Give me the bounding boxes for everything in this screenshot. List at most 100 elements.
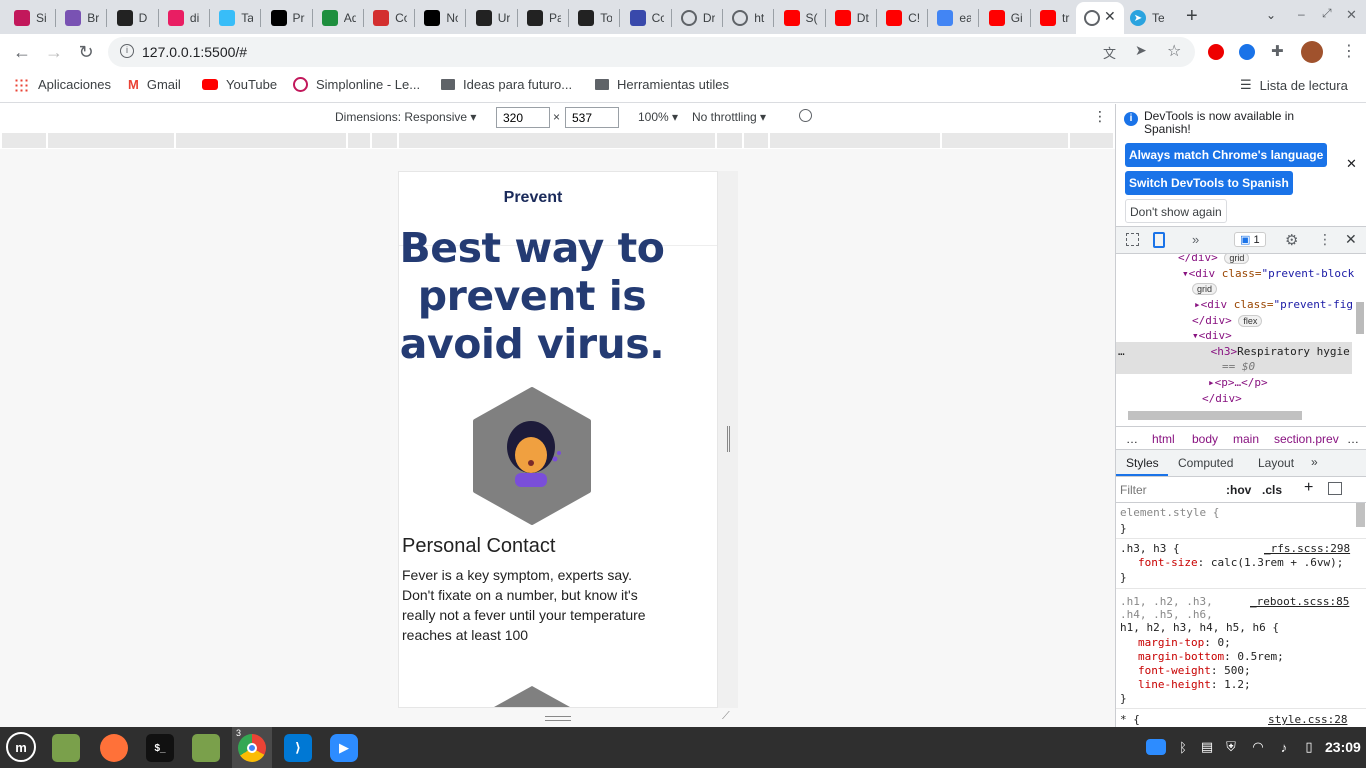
cls-toggle[interactable]: .cls [1262, 483, 1282, 497]
inspect-element-icon[interactable] [1126, 233, 1139, 246]
minimize-icon[interactable]: – [1298, 7, 1305, 21]
tab-12[interactable]: To [572, 5, 618, 31]
breadcrumb-item[interactable]: section.prev [1274, 432, 1340, 446]
dont-show-again-button[interactable]: Don't show again [1125, 199, 1227, 223]
hov-toggle[interactable]: :hov [1226, 483, 1251, 497]
zoom-select[interactable]: 100% ▾ [638, 110, 678, 124]
dom-tree[interactable]: </div> grid ▾<div class="prevent-block g… [1116, 254, 1366, 409]
tab-3[interactable]: D [111, 5, 157, 31]
tab-15[interactable]: ht [726, 5, 772, 31]
close-window-icon[interactable]: ✕ [1346, 7, 1357, 23]
close-tab-icon[interactable]: ✕ [1104, 8, 1116, 25]
viewport-resize-handle[interactable] [718, 171, 738, 708]
breadcrumb-item[interactable]: html [1152, 432, 1175, 446]
wifi-icon[interactable]: ◠ [1250, 739, 1266, 755]
active-tab[interactable]: ✕ [1076, 2, 1124, 34]
tab-21[interactable]: tr [1034, 5, 1080, 31]
css-decl[interactable]: font-size: calc(1.3rem + .6vw); [1138, 556, 1343, 569]
more-tabs-icon[interactable]: » [1192, 232, 1199, 247]
width-input[interactable] [496, 107, 550, 128]
bookmark-tools[interactable]: Herramientas utiles [595, 77, 729, 92]
tab-telegram[interactable]: ➤ Te [1124, 5, 1174, 31]
tab-5[interactable]: Ta [213, 5, 259, 31]
tab-16[interactable]: S( [778, 5, 824, 31]
restore-icon[interactable]: ⤢ [1322, 6, 1332, 21]
close-devtools-icon[interactable]: ✕ [1345, 231, 1357, 248]
extension-blue-icon[interactable] [1239, 44, 1255, 60]
bookmark-youtube[interactable]: YouTube [202, 77, 277, 92]
tab-19[interactable]: ea [931, 5, 977, 31]
add-rule-icon[interactable]: + [1304, 479, 1313, 497]
css-decl[interactable]: line-height: 1.2; [1138, 678, 1251, 691]
issues-badge[interactable]: ▣ 1 [1234, 232, 1266, 247]
bookmark-simplon[interactable]: Simplonline - Le... [293, 77, 420, 92]
bookmark-gmail[interactable]: M Gmail [128, 77, 181, 92]
breadcrumb-item[interactable]: main [1233, 432, 1259, 446]
media-query-ruler[interactable] [0, 131, 1115, 149]
menu-kebab-icon[interactable]: ⋮ [1341, 41, 1357, 61]
settings-gear-icon[interactable]: ⚙ [1285, 231, 1298, 249]
bottom-resize-handle[interactable] [545, 716, 571, 721]
firefox-icon[interactable] [100, 734, 128, 762]
dom-h-scrollbar[interactable] [1128, 411, 1302, 420]
css-source-link[interactable]: _rfs.scss:298 [1264, 542, 1350, 555]
css-source-link[interactable]: style.css:28 [1268, 713, 1347, 726]
tab-13[interactable]: Cc [624, 5, 670, 31]
tab-6[interactable]: Pr [265, 5, 311, 31]
tab-layout[interactable]: Layout [1258, 456, 1294, 470]
tab-computed[interactable]: Computed [1178, 456, 1233, 470]
mint-menu-icon[interactable]: m [6, 732, 36, 762]
tab-7[interactable]: Ad [316, 5, 362, 31]
clock[interactable]: 23:09 [1325, 739, 1361, 755]
battery-icon[interactable]: ▯ [1301, 739, 1317, 755]
chrome-icon[interactable] [238, 734, 266, 762]
clipboard-icon[interactable]: ▤ [1199, 739, 1215, 755]
music-icon[interactable]: ♪ [1276, 739, 1292, 755]
height-input[interactable] [565, 107, 619, 128]
adblock-icon[interactable] [1208, 44, 1224, 60]
new-tab-button[interactable]: + [1186, 5, 1198, 28]
css-source-link[interactable]: _reboot.scss:85 [1250, 595, 1349, 608]
address-bar[interactable]: i 127.0.0.1:5500/# 文 ➤ ☆ [108, 37, 1195, 67]
shield-icon[interactable]: ⛨ [1223, 739, 1239, 755]
rotate-icon[interactable] [799, 109, 812, 122]
tab-2[interactable]: Br [59, 5, 105, 31]
extensions-puzzle-icon[interactable]: ✚ [1271, 42, 1284, 60]
zoom-tray-icon[interactable] [1146, 739, 1166, 755]
always-match-language-button[interactable]: Always match Chrome's language [1125, 143, 1328, 167]
forward-button[interactable]: → [42, 40, 66, 64]
emulated-page[interactable]: Prevent Best way to prevent is avoid vir… [398, 171, 718, 708]
tab-4[interactable]: di [162, 5, 208, 31]
tab-1[interactable]: Si [8, 5, 54, 31]
send-icon[interactable]: ➤ [1135, 42, 1147, 59]
css-decl[interactable]: font-weight: 500; [1138, 664, 1251, 677]
tab-8[interactable]: Co [367, 5, 413, 31]
reading-list[interactable]: ☰ Lista de lectura [1240, 77, 1348, 93]
brand-logo[interactable]: Prevent [399, 189, 667, 207]
styles-filter-input[interactable] [1120, 481, 1215, 499]
files-folder-icon[interactable] [192, 734, 220, 762]
breadcrumb-item[interactable]: body [1192, 432, 1218, 446]
vscode-icon[interactable]: ⟩ [284, 734, 312, 762]
tab-10[interactable]: Ur [470, 5, 516, 31]
bookmark-star-icon[interactable]: ☆ [1167, 41, 1181, 61]
tab-20[interactable]: Gi [983, 5, 1029, 31]
css-decl[interactable]: margin-top: 0; [1138, 636, 1231, 649]
tab-11[interactable]: Pa [521, 5, 567, 31]
bookmark-ideas[interactable]: Ideas para futuro... [441, 77, 572, 92]
terminal-icon[interactable]: $_ [146, 734, 174, 762]
tab-search-icon[interactable]: ⌄ [1266, 8, 1276, 22]
devtools-menu-icon[interactable]: ⋮ [1318, 231, 1332, 248]
translate-icon[interactable]: 文 [1103, 43, 1116, 62]
css-decl[interactable]: margin-bottom: 0.5rem; [1138, 650, 1284, 663]
back-button[interactable]: ← [10, 40, 34, 64]
tab-styles[interactable]: Styles [1126, 456, 1159, 470]
device-menu-icon[interactable]: ⋮ [1093, 108, 1107, 125]
device-toggle-icon[interactable] [1153, 232, 1165, 248]
bluetooth-icon[interactable]: ᛒ [1175, 739, 1191, 755]
tab-14[interactable]: Dr [675, 5, 721, 31]
files-folder-icon[interactable] [52, 734, 80, 762]
breadcrumb-item[interactable]: … [1126, 432, 1138, 446]
tab-18[interactable]: C! [880, 5, 926, 31]
tab-17[interactable]: Dt [829, 5, 875, 31]
